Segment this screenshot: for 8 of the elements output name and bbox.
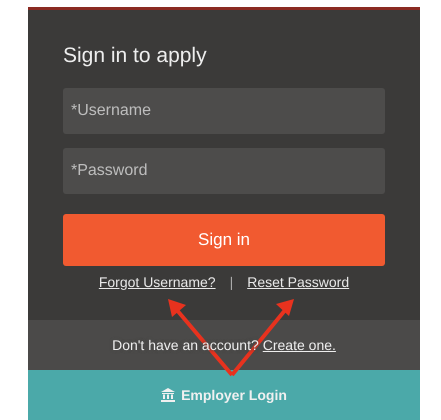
reset-password-link[interactable]: Reset Password xyxy=(247,272,350,293)
bank-icon xyxy=(161,388,176,402)
username-field[interactable]: *Username xyxy=(63,88,385,134)
link-separator: | xyxy=(230,273,234,292)
password-field[interactable]: *Password xyxy=(63,148,385,194)
create-account-link[interactable]: Create one. xyxy=(262,334,336,356)
form-title: Sign in to apply xyxy=(63,43,208,69)
forgot-username-link[interactable]: Forgot Username? xyxy=(98,272,216,293)
